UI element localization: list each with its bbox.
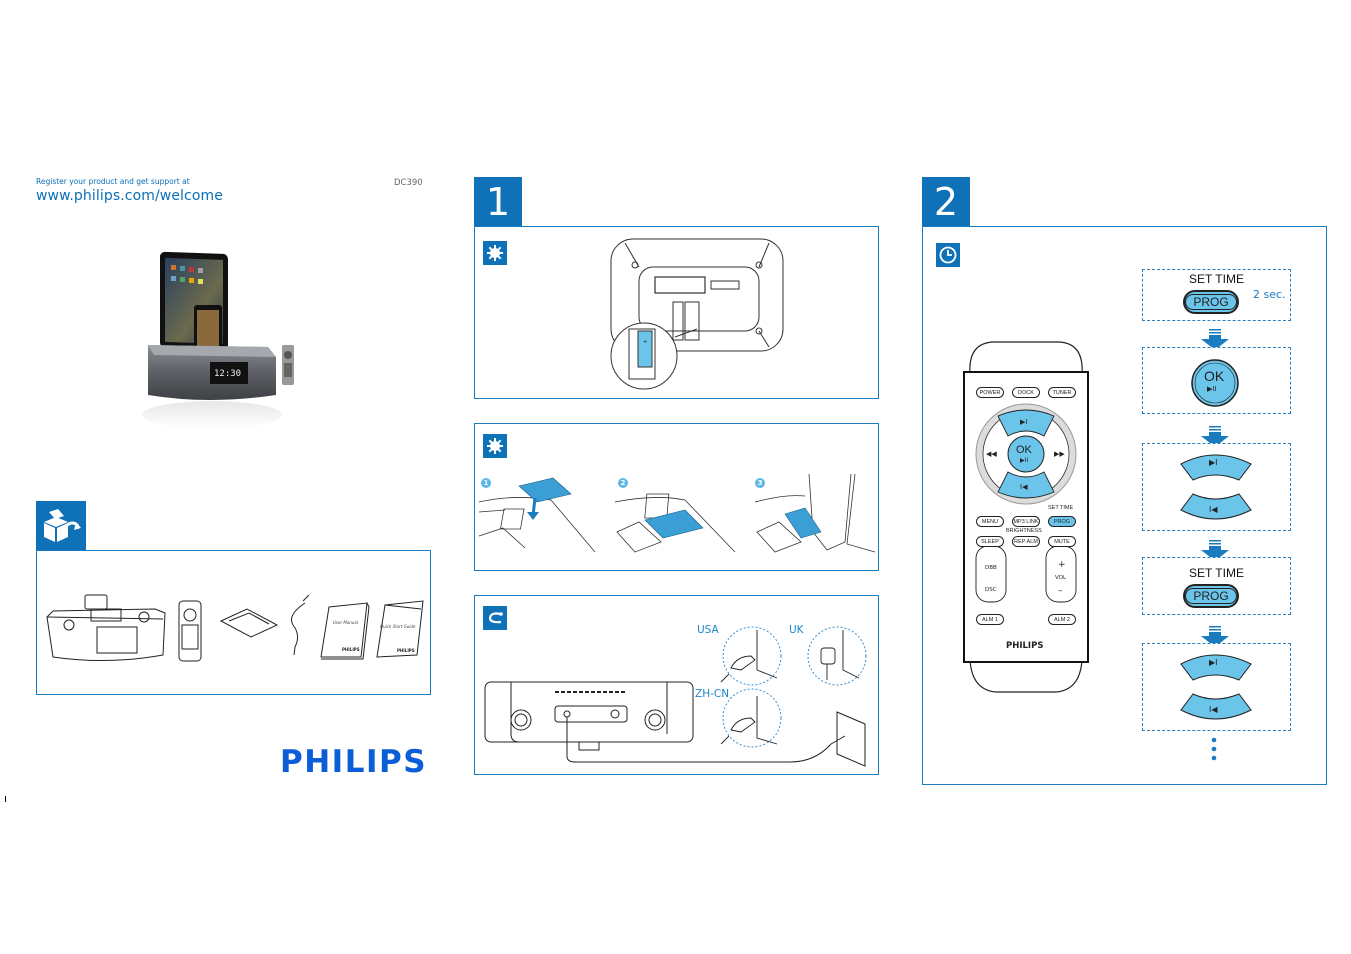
sequence-step-adjust-hours: ▶I I◀ xyxy=(1142,443,1291,531)
remote-alm1-button[interactable]: ALM 1 xyxy=(976,614,1004,625)
remote-alm2-button[interactable]: ALM 2 xyxy=(1048,614,1076,625)
remote-ok-sub: ▶II xyxy=(1020,457,1029,464)
clock-icon xyxy=(936,243,960,267)
remote-brightness-label: BRIGHTNESS xyxy=(1006,528,1042,534)
remote-vol-up-button[interactable]: + xyxy=(1058,560,1066,570)
svg-text:PHILIPS: PHILIPS xyxy=(397,648,415,653)
remote-rew-symbol[interactable]: ◀◀ xyxy=(986,450,997,458)
sequence-step-adjust-minutes: ▶I I◀ xyxy=(1142,643,1291,731)
remote-dock-button[interactable]: DOCK xyxy=(1012,387,1040,398)
power-illustration xyxy=(484,626,867,767)
remote-power-button[interactable]: POWER xyxy=(976,387,1004,398)
box-contents-illustration xyxy=(46,594,424,662)
dock-adapter-illustration xyxy=(478,473,876,553)
power-panel: USA UK ZH-CN xyxy=(474,595,879,775)
remote-control xyxy=(178,600,202,662)
prev-button-symbol[interactable]: I◀ xyxy=(1209,505,1218,514)
dock-adapter xyxy=(219,608,279,638)
set-time-label: SET TIME xyxy=(1189,272,1244,286)
model-number: DC390 xyxy=(394,178,423,188)
phone xyxy=(194,305,222,353)
remote-set-time-label: SET TIME xyxy=(1048,505,1074,511)
remote-ff-symbol[interactable]: ▶▶ xyxy=(1054,450,1065,458)
remote-dsc-button[interactable]: DSC xyxy=(985,587,997,593)
docking-speaker xyxy=(46,594,166,662)
remote-repalm-button[interactable]: REP ALM xyxy=(1012,536,1040,547)
audio-cable xyxy=(291,594,310,656)
remote-vol-label: VOL xyxy=(1055,575,1067,581)
prog-button[interactable]: PROG xyxy=(1183,584,1239,608)
sequence-step-prog-confirm: SET TIME PROG xyxy=(1142,557,1291,615)
step-2-badge: 2 xyxy=(922,177,970,227)
remote-prog-button[interactable]: PROG xyxy=(1048,516,1076,527)
philips-logo: PHILIPS xyxy=(280,744,428,780)
register-text: Register your product and get support at xyxy=(36,177,190,186)
svg-text:+: + xyxy=(643,339,647,345)
remote-dbb-button[interactable]: DBB xyxy=(985,565,997,571)
user-manual-label: User Manual xyxy=(333,620,359,625)
battery-panel: + xyxy=(474,226,879,399)
crop-mark xyxy=(5,796,6,802)
ok-button-label[interactable]: OK xyxy=(1204,368,1224,384)
remote-vol-down-button[interactable]: – xyxy=(1058,586,1063,596)
in-the-box-panel: User Manual Quick Start Guide PHILIPS PH… xyxy=(36,550,431,695)
remote-brand: PHILIPS xyxy=(1006,641,1044,651)
sequence-step-ok: OK ▶II xyxy=(1142,347,1291,414)
remote-control: POWER DOCK TUNER ▶I I◀ ◀◀ ▶▶ OK ▶II SET … xyxy=(962,340,1090,695)
prog-button[interactable]: PROG xyxy=(1183,290,1239,314)
product-photo: 12:30 xyxy=(140,245,310,435)
svg-text:PHILIPS: PHILIPS xyxy=(342,647,360,652)
prev-button-symbol[interactable]: I◀ xyxy=(1209,705,1218,714)
hold-duration: 2 sec. xyxy=(1253,288,1286,301)
remote-thumbnail xyxy=(282,345,294,385)
remote-prev-symbol: I◀ xyxy=(1020,483,1028,491)
set-time-label: SET TIME xyxy=(1189,566,1244,580)
sequence-step-prog-hold: SET TIME PROG 2 sec. xyxy=(1142,269,1291,321)
remote-next-symbol: ▶I xyxy=(1020,418,1028,426)
svg-text:12:30: 12:30 xyxy=(214,369,241,379)
remote-sleep-button[interactable]: SLEEP xyxy=(976,536,1004,547)
speaker-base: 12:30 xyxy=(142,345,282,429)
continue-marker xyxy=(1210,736,1218,768)
ok-play-pause-symbol: ▶II xyxy=(1207,385,1217,393)
remote-mute-button[interactable]: MUTE xyxy=(1048,536,1076,547)
next-button-symbol[interactable]: ▶I xyxy=(1209,458,1218,467)
battery-illustration: + xyxy=(610,238,784,390)
quick-start-label: Quick Start Guide xyxy=(380,624,416,629)
remote-menu-button[interactable]: MENU xyxy=(976,516,1004,527)
remote-ok-label[interactable]: OK xyxy=(1016,444,1032,456)
dock-adapter-panel: 1 2 3 xyxy=(474,423,879,571)
remote-mp3link-button[interactable]: MP3 LINK xyxy=(1012,516,1040,527)
next-button-symbol[interactable]: ▶I xyxy=(1209,658,1218,667)
unpack-box-icon xyxy=(36,501,86,551)
step-1-badge: 1 xyxy=(474,177,522,227)
support-url[interactable]: www.philips.com/welcome xyxy=(36,188,223,204)
remote-tuner-button[interactable]: TUNER xyxy=(1048,387,1076,398)
